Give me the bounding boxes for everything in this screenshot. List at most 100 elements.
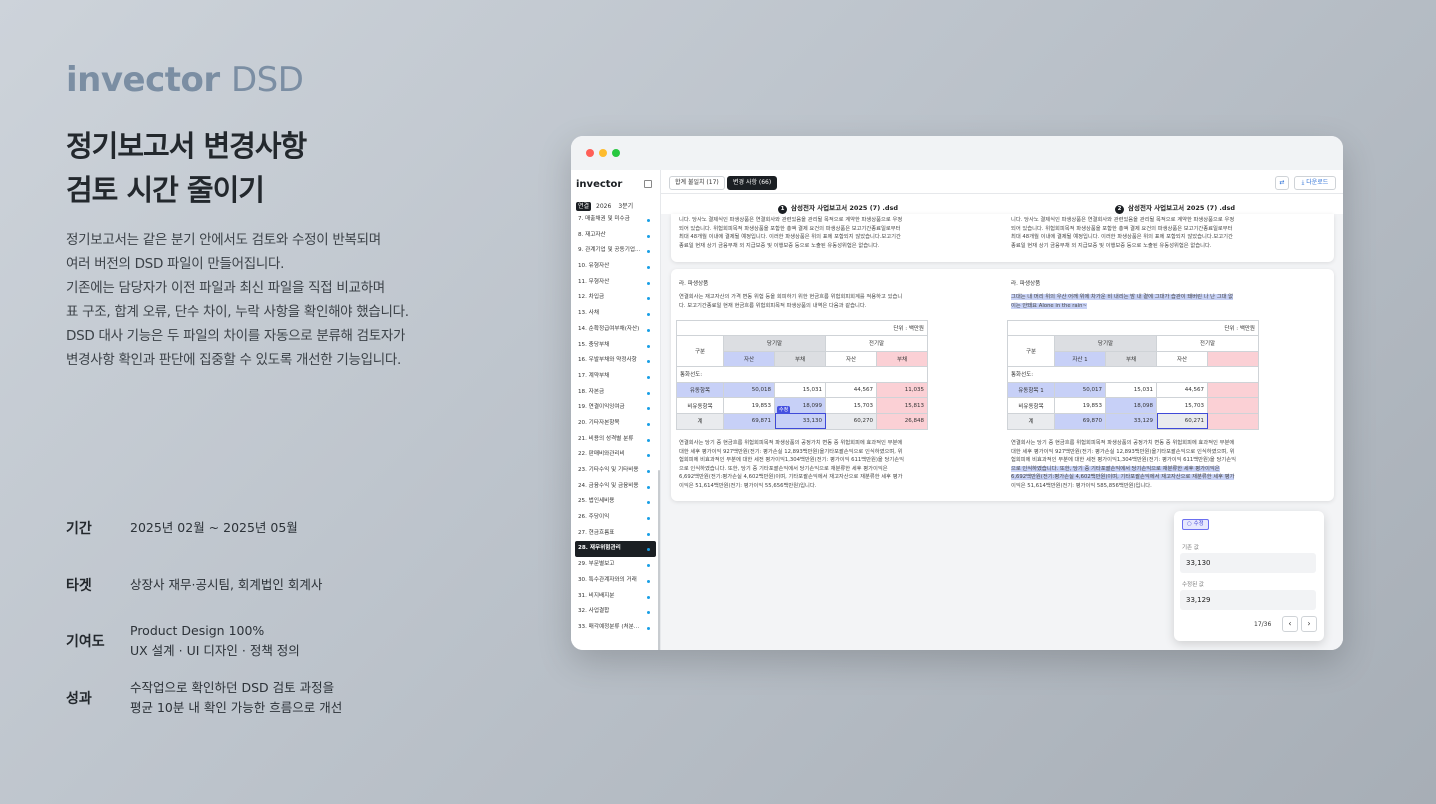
table-cell[interactable]: 50,018 — [723, 381, 775, 399]
sidebar-item[interactable]: 15. 충당부채 — [575, 338, 656, 354]
table-cell[interactable]: 18,098 — [1105, 397, 1157, 414]
filter-quarter[interactable]: 3분기 — [616, 202, 635, 211]
header-asset: 자산 — [825, 350, 877, 368]
table-cell[interactable]: 15,813 — [876, 397, 928, 414]
table-cell[interactable] — [1207, 397, 1259, 414]
change-dot-icon — [647, 626, 650, 630]
change-dot-icon — [647, 313, 650, 317]
table-cell[interactable] — [1207, 412, 1259, 430]
chevron-right-icon: › — [1307, 619, 1311, 628]
sidebar-item[interactable]: 17. 계약부채 — [575, 369, 656, 385]
change-dot-icon — [647, 564, 650, 568]
change-dot-icon — [647, 438, 650, 442]
sidebar-item[interactable]: 19. 연결이익잉여금 — [575, 400, 656, 416]
sidebar-item-label: 20. 기타자본항목 — [578, 419, 620, 426]
sidebar-item[interactable]: 24. 금융수익 및 금융비용 — [575, 479, 656, 495]
sidebar-item[interactable]: 33. 매각예정분류 (처분... — [575, 620, 656, 636]
table-cell[interactable]: 15,031 — [1105, 381, 1157, 399]
sidebar-item[interactable]: 16. 우발부채와 약정사항 — [575, 353, 656, 369]
table-cell[interactable]: 50,017 — [1054, 381, 1106, 399]
download-button[interactable]: ⤓ 다운로드 — [1294, 176, 1336, 190]
change-dot-icon — [647, 485, 650, 489]
sidebar-item[interactable]: 26. 주당이익 — [575, 510, 656, 526]
change-dot-icon — [647, 407, 650, 411]
prev-section-card: 니다. 당사노 결제식인 파생상품은 연결회사와 관련있음을 관리될 목적으로 … — [671, 214, 1334, 262]
sidebar-item[interactable]: 25. 법인세비용 — [575, 494, 656, 510]
sidebar-toggle-icon[interactable] — [644, 180, 652, 188]
close-dot[interactable] — [586, 149, 594, 157]
maximize-dot[interactable] — [612, 149, 620, 157]
tab-sum-mismatch[interactable]: 합계 불일치 (17) — [669, 176, 725, 190]
desc-line: 여러 버전의 DSD 파일이 만들어집니다. — [66, 256, 285, 272]
change-dot-icon — [647, 344, 650, 348]
table-cell[interactable]: 44,567 — [1156, 381, 1208, 399]
table-cell[interactable]: 15,031 — [774, 381, 826, 399]
sidebar-item[interactable]: 31. 비지배지분 — [575, 589, 656, 605]
header-previous: 전기말 — [1156, 335, 1259, 352]
table-cell[interactable]: 60,270 — [825, 412, 877, 430]
swap-icon[interactable]: ⇄ — [1275, 176, 1289, 190]
changed-text[interactable]: 6,692백만원(전기:평가손실 4,602백만원)이며, 기타포괄손익에서 재… — [1011, 474, 1235, 481]
sidebar-item[interactable]: 21. 비용의 성격별 분류 — [575, 432, 656, 448]
table-cell[interactable]: 15,703 — [825, 397, 877, 414]
sidebar-item[interactable]: 9. 관계기업 및 공동기업... — [575, 243, 656, 259]
sidebar-item[interactable]: 23. 기타수익 및 기타비용 — [575, 463, 656, 479]
sidebar-item-label: 11. 무형자산 — [578, 278, 610, 285]
desc-line: DSD 대사 기능은 두 파일의 차이를 자동으로 분류해 검토자가 — [66, 328, 406, 344]
prev-change-button[interactable]: ‹ — [1282, 616, 1298, 632]
sidebar-item[interactable]: 27. 현금흐름표 — [575, 526, 656, 542]
section-title: 라. 파생상품 — [1011, 281, 1041, 287]
sidebar-item[interactable]: 28. 재무위험관리 — [575, 541, 656, 558]
table-cell[interactable]: 11,035 — [876, 381, 928, 399]
sidebar-scrollbar[interactable] — [658, 470, 660, 650]
table-cell[interactable]: 69,870 — [1054, 412, 1106, 430]
row-label: 비유동항목 — [676, 397, 724, 414]
sidebar-item[interactable]: 13. 사채 — [575, 306, 656, 322]
sidebar-item[interactable]: 22. 판매비와관리비 — [575, 447, 656, 463]
sidebar-item[interactable]: 12. 차입금 — [575, 290, 656, 306]
row-label: 비유동항목 — [1007, 397, 1055, 414]
file-number: 2 — [1115, 205, 1124, 214]
table-cell[interactable] — [1207, 381, 1259, 399]
filter-type[interactable]: 연결 — [576, 202, 592, 211]
file-header-1: 1 삼성전자 사업보고서 2025 (7) .dsd — [778, 202, 898, 214]
sidebar-item[interactable]: 18. 자본금 — [575, 385, 656, 401]
sidebar-item[interactable]: 32. 사업결합 — [575, 604, 656, 620]
table-cell[interactable]: 33,129 — [1105, 412, 1157, 430]
sidebar-item[interactable]: 20. 기타자본항목 — [575, 416, 656, 432]
changed-text[interactable]: 이는 안돼요 Alone in the rain~ — [1011, 302, 1087, 309]
table-cell[interactable]: 26,848 — [876, 412, 928, 430]
sidebar-item[interactable]: 8. 재고자산 — [575, 228, 656, 244]
text-line: 대한 세후 평가이익 927백만원(전기: 평가손실 12,893백만원)을기타… — [679, 448, 903, 455]
change-detail-panel: ○ 수정 기존 값 33,130 수정된 값 33,129 17/36 ‹ › — [1174, 511, 1324, 641]
modified-badge[interactable]: 수정 — [777, 406, 791, 414]
text-line: 대한 세후 평가이익 927백만원(전기: 평가손실 12,893백만원)을기타… — [1011, 448, 1235, 455]
change-dot-icon — [647, 219, 650, 222]
changed-text[interactable]: 으로 인식하였습니다. 또한, 당기 중 기타포괄손익에서 당기손익으로 재분류… — [1011, 465, 1220, 472]
change-dot-icon — [647, 548, 650, 552]
sidebar-item-label: 29. 부문별보고 — [578, 561, 615, 568]
change-dot-icon — [647, 501, 650, 505]
selected-cell[interactable]: 33,130 — [774, 412, 826, 430]
sidebar-item[interactable]: 14. 순확정급여부채(자산) — [575, 322, 656, 338]
table-cell[interactable]: 15,703 — [1156, 397, 1208, 414]
sidebar-item[interactable]: 7. 매출채권 및 미수금 — [575, 212, 656, 228]
sidebar-item-label: 25. 법인세비용 — [578, 498, 615, 505]
sidebar-item[interactable]: 29. 부문별보고 — [575, 557, 656, 573]
selected-cell[interactable]: 60,271 — [1156, 412, 1208, 430]
table-cell[interactable]: 19,853 — [723, 397, 775, 414]
next-change-button[interactable]: › — [1301, 616, 1317, 632]
tab-bar: 합계 불일치 (17) 변경 사항 (66) ⇄ ⤓ 다운로드 — [661, 170, 1343, 194]
change-dot-icon — [647, 234, 650, 238]
sidebar-item[interactable]: 11. 무형자산 — [575, 275, 656, 291]
tab-changes[interactable]: 변경 사항 (66) — [727, 176, 778, 190]
sidebar-item[interactable]: 30. 특수관계자와의 거래 — [575, 573, 656, 589]
text-line: 연결회사는 당기 중 현금흐름 위험회피목적 파생상품의 공정가치 변동 중 위… — [1011, 440, 1235, 446]
table-cell[interactable]: 44,567 — [825, 381, 877, 399]
sidebar-item[interactable]: 10. 유형자산 — [575, 259, 656, 275]
table-cell[interactable]: 19,853 — [1054, 397, 1106, 414]
filter-year[interactable]: 2026 — [594, 202, 613, 211]
table-cell[interactable]: 69,871 — [723, 412, 775, 430]
changed-text[interactable]: 그대는 내 머리 위의 우산 어깨 위에 차가운 비 내리는 밤 내 곁에 그대… — [1011, 294, 1234, 300]
minimize-dot[interactable] — [599, 149, 607, 157]
